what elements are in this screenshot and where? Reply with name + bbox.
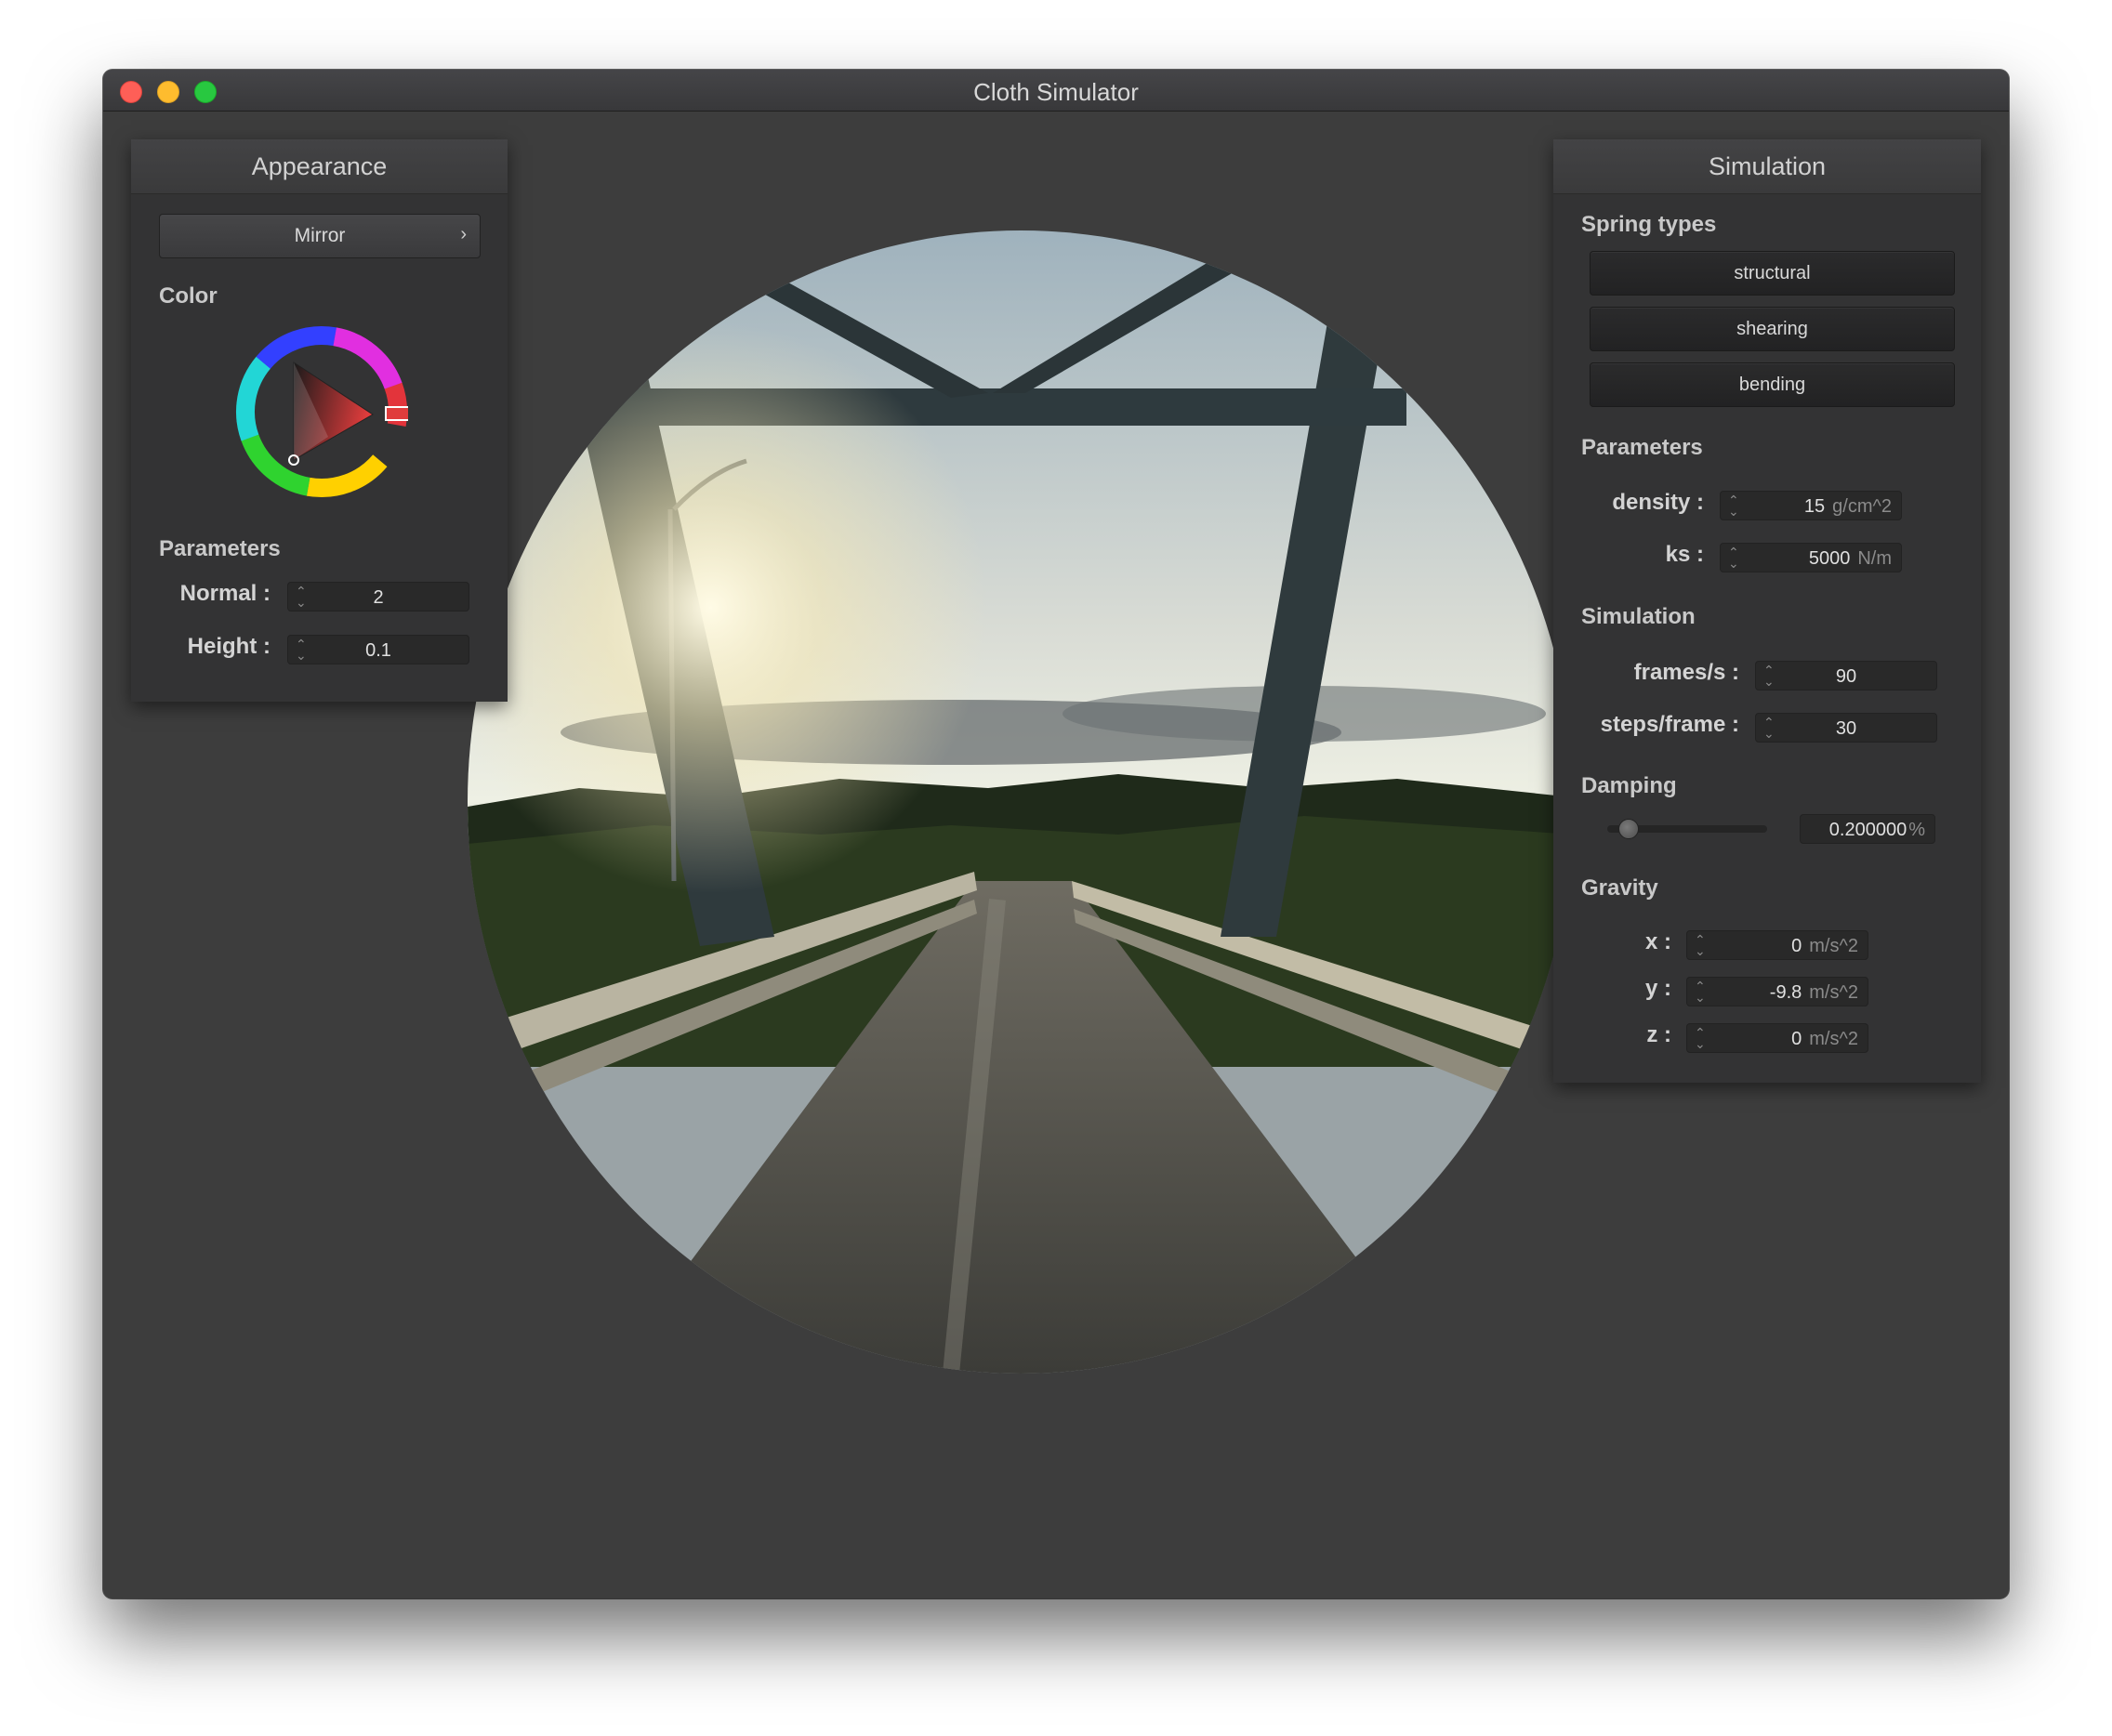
simulation-panel: Simulation Spring types structural shear… — [1553, 139, 1981, 1083]
stepper-icon[interactable]: ⌃ ⌄ — [1728, 546, 1739, 570]
density-input[interactable]: ⌃ ⌄ 15 g/cm^2 — [1720, 491, 1902, 520]
damping-input[interactable]: 0.200000% — [1800, 814, 1935, 844]
appearance-panel: Appearance Mirror › Color Parameters Nor… — [131, 139, 508, 702]
mirror-sphere-render — [468, 230, 1574, 1374]
height-input[interactable]: ⌃ ⌄ 0.1 — [287, 635, 469, 664]
steps-per-frame-value: 30 — [1835, 718, 1857, 739]
simulation-section-label: Simulation — [1581, 604, 1696, 629]
gravity-y-unit: m/s^2 — [1809, 982, 1858, 1003]
bending-button[interactable]: bending — [1590, 362, 1955, 407]
density-value: 15 — [1803, 496, 1826, 517]
steps-per-frame-label: steps/frame : — [1600, 712, 1739, 737]
title-bar: Cloth Simulator — [103, 70, 2009, 112]
normal-value: 2 — [373, 587, 384, 608]
appearance-header: Appearance — [131, 139, 508, 194]
gravity-z-input[interactable]: ⌃ ⌄ 0 m/s^2 — [1686, 1023, 1868, 1053]
ks-unit: N/m — [1857, 548, 1892, 569]
gravity-label: Gravity — [1581, 875, 1658, 901]
spring-types-label: Spring types — [1581, 212, 1717, 237]
gravity-x-label: x : — [1644, 929, 1671, 954]
normal-label: Normal : — [179, 581, 271, 606]
hue-marker[interactable] — [385, 406, 408, 421]
shearing-button[interactable]: shearing — [1590, 307, 1955, 351]
frames-per-second-input[interactable]: ⌃ ⌄ 90 — [1755, 661, 1937, 690]
height-value: 0.1 — [365, 640, 391, 661]
stepper-icon[interactable]: ⌃ ⌄ — [1728, 493, 1739, 518]
color-label: Color — [159, 283, 218, 309]
damping-label: Damping — [1581, 773, 1677, 798]
structural-button[interactable]: structural — [1590, 251, 1955, 296]
gravity-x-value: 0 — [1791, 936, 1802, 956]
color-wheel[interactable] — [235, 325, 408, 498]
ks-label: ks : — [1665, 542, 1704, 567]
window-title: Cloth Simulator — [973, 78, 1139, 106]
appearance-parameters-label: Parameters — [159, 536, 281, 561]
ks-value: 5000 — [1808, 548, 1851, 569]
gravity-z-value: 0 — [1791, 1029, 1802, 1049]
simulation-parameters-label: Parameters — [1581, 435, 1703, 460]
stepper-icon[interactable]: ⌃ ⌄ — [1695, 980, 1706, 1004]
density-label: density : — [1612, 490, 1704, 515]
chevron-right-icon: › — [460, 224, 467, 244]
frames-per-second-label: frames/s : — [1633, 660, 1739, 685]
stepper-icon[interactable]: ⌃ ⌄ — [1695, 933, 1706, 957]
gravity-z-unit: m/s^2 — [1809, 1029, 1858, 1049]
shader-select-value: Mirror — [294, 225, 346, 246]
gravity-z-label: z : — [1646, 1022, 1671, 1047]
simulation-header: Simulation — [1553, 139, 1981, 194]
gravity-x-unit: m/s^2 — [1809, 936, 1858, 956]
density-unit: g/cm^2 — [1832, 496, 1892, 517]
frames-per-second-value: 90 — [1835, 666, 1857, 687]
gravity-x-input[interactable]: ⌃ ⌄ 0 m/s^2 — [1686, 930, 1868, 960]
height-label: Height : — [187, 634, 271, 659]
render-viewport[interactable] — [468, 230, 1574, 1374]
normal-input[interactable]: ⌃ ⌄ 2 — [287, 582, 469, 612]
gravity-y-input[interactable]: ⌃ ⌄ -9.8 m/s^2 — [1686, 977, 1868, 1006]
shader-select[interactable]: Mirror › — [159, 214, 481, 258]
gravity-y-label: y : — [1644, 976, 1671, 1001]
damping-unit: % — [1908, 820, 1925, 840]
ks-input[interactable]: ⌃ ⌄ 5000 N/m — [1720, 543, 1902, 572]
app-window: Cloth Simulator Appearance Mirror › Colo… — [103, 70, 2009, 1598]
damping-value: 0.200000 — [1828, 820, 1907, 840]
damping-slider-knob[interactable] — [1618, 819, 1640, 839]
steps-per-frame-input[interactable]: ⌃ ⌄ 30 — [1755, 713, 1937, 743]
damping-slider[interactable] — [1607, 819, 1767, 839]
gravity-y-value: -9.8 — [1769, 982, 1802, 1003]
stepper-icon[interactable]: ⌃ ⌄ — [1695, 1026, 1706, 1050]
